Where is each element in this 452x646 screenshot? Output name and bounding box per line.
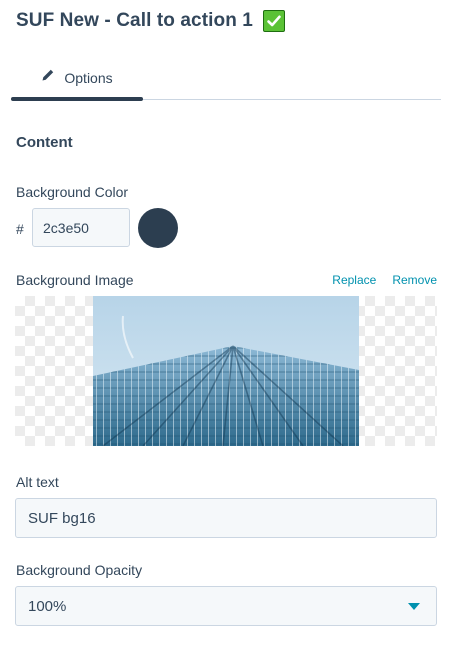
background-color-label: Background Color xyxy=(16,184,129,200)
background-opacity-select[interactable]: 100% xyxy=(15,586,437,626)
alt-text-label: Alt text xyxy=(16,474,59,490)
background-image-label: Background Image xyxy=(16,272,134,288)
tab-options[interactable]: Options xyxy=(11,55,143,100)
image-actions: Replace Remove xyxy=(332,273,437,287)
section-title-content: Content xyxy=(16,134,73,151)
color-swatch[interactable] xyxy=(138,208,178,248)
background-color-input[interactable] xyxy=(32,208,130,247)
pencil-icon xyxy=(41,68,55,87)
module-title: SUF New - Call to action 1 xyxy=(16,10,253,31)
check-mark-icon xyxy=(262,10,285,32)
skyscraper-image xyxy=(93,296,359,446)
background-opacity-value: 100% xyxy=(28,597,67,615)
hash-prefix: # xyxy=(16,221,24,237)
module-header: SUF New - Call to action 1 xyxy=(16,10,285,32)
tab-options-label: Options xyxy=(64,69,113,86)
tab-bar: Options xyxy=(11,55,441,101)
background-image-preview xyxy=(15,296,437,446)
caret-down-icon xyxy=(408,597,420,615)
active-tab-indicator xyxy=(11,97,143,101)
alt-text-input[interactable] xyxy=(15,498,437,538)
remove-image-link[interactable]: Remove xyxy=(392,273,437,287)
replace-image-link[interactable]: Replace xyxy=(332,273,376,287)
background-opacity-label: Background Opacity xyxy=(16,562,143,578)
